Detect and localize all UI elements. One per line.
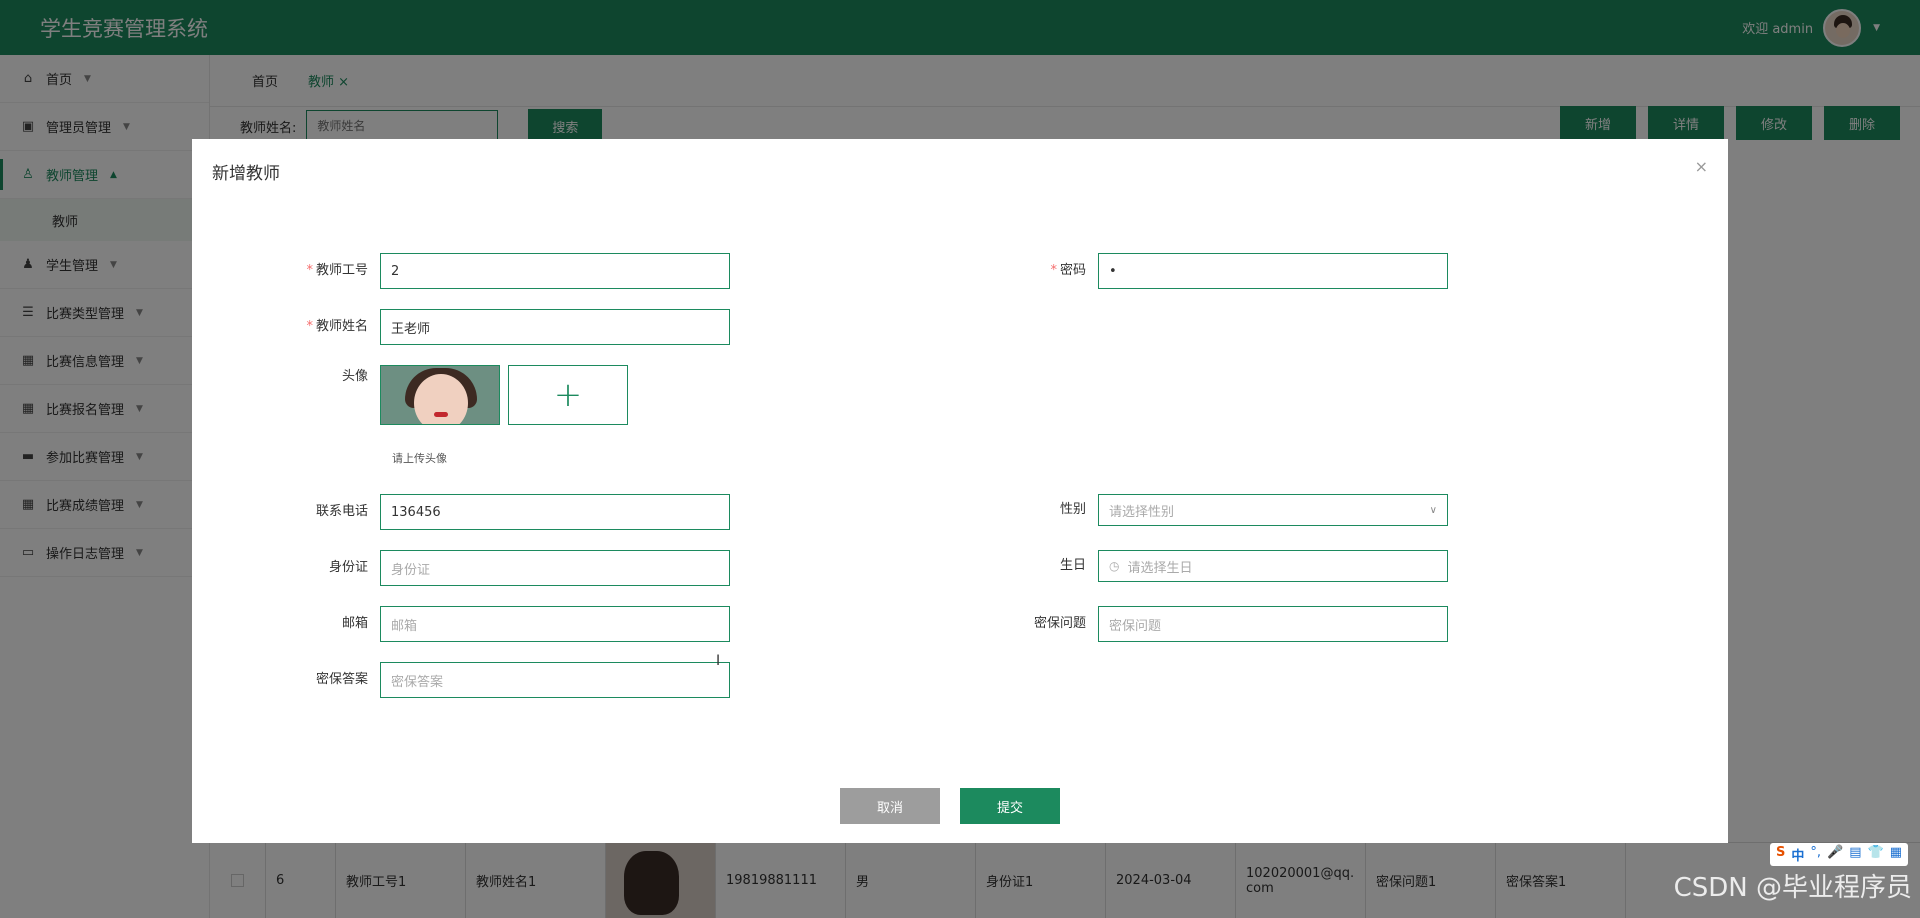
label-text: 教师工号 [315, 263, 368, 278]
sogou-icon[interactable]: S [1776, 845, 1785, 864]
field-label: 头像 [341, 369, 368, 384]
phone-input[interactable]: 136456 [380, 494, 730, 530]
answer-input[interactable]: 密保答案 [380, 662, 730, 698]
avatar-face [414, 374, 468, 424]
field-label: 身份证 [328, 560, 368, 575]
field-label: 联系电话 [315, 504, 368, 519]
question-input[interactable]: 密保问题 [1098, 606, 1448, 642]
submit-button[interactable]: 提交 [960, 788, 1060, 824]
dialog-title: 新增教师 [212, 164, 280, 184]
field-teacher-no: * 教师工号 2 [252, 253, 730, 289]
email-input[interactable]: 邮箱 [380, 606, 730, 642]
required-mark: * [1050, 263, 1057, 278]
dialog-footer: 取消 提交 [840, 788, 1060, 824]
field-label: 密保答案 [315, 672, 368, 687]
grid-icon[interactable]: ▦ [1890, 845, 1902, 864]
ime-toolbar[interactable]: S 中 °, 🎤 ▤ 👕 ▦ [1770, 843, 1908, 866]
punctuation-icon[interactable]: °, [1810, 845, 1821, 864]
clock-icon: ◷ [1109, 559, 1120, 573]
label-text: 密码 [1059, 263, 1086, 278]
avatar-lips [434, 412, 448, 417]
gender-select[interactable]: 请选择性别 ∨ [1098, 494, 1448, 526]
field-email: 邮箱 邮箱 [252, 606, 730, 642]
field-label: 性别 [1059, 502, 1086, 517]
field-label: 生日 [1059, 558, 1086, 573]
field-question: 密保问题 密保问题 [970, 606, 1448, 642]
teacher-no-input[interactable]: 2 [380, 253, 730, 289]
teacher-name-input[interactable]: 王老师 [380, 309, 730, 345]
field-label: 邮箱 [341, 616, 368, 631]
id-card-input[interactable]: 身份证 [380, 550, 730, 586]
avatar-preview-image[interactable] [380, 365, 500, 425]
close-icon[interactable]: × [1695, 157, 1708, 176]
field-label: 密保问题 [1033, 616, 1086, 631]
field-birthday: 生日 ◷ 请选择生日 [970, 550, 1448, 582]
skin-icon[interactable]: 👕 [1868, 845, 1884, 864]
birthday-placeholder: 请选择生日 [1127, 560, 1193, 576]
field-label: * 教师工号 [252, 253, 380, 289]
field-answer: 密保答案 密保答案 [252, 662, 730, 698]
field-label: * 密码 [970, 253, 1098, 289]
text-cursor-icon: I [716, 653, 721, 669]
field-label: * 教师姓名 [252, 309, 380, 345]
field-avatar: 头像 + [252, 365, 628, 425]
field-phone: 联系电话 136456 [252, 494, 730, 530]
microphone-icon[interactable]: 🎤 [1827, 845, 1843, 864]
field-password: * 密码 • [970, 253, 1448, 289]
field-teacher-name: * 教师姓名 王老师 [252, 309, 730, 345]
ime-mode[interactable]: 中 [1791, 845, 1804, 864]
required-mark: * [306, 319, 313, 334]
avatar-tip: 请上传头像 [392, 452, 447, 465]
chevron-down-icon: ∨ [1429, 504, 1437, 516]
gender-placeholder: 请选择性别 [1109, 504, 1175, 520]
keyboard-icon[interactable]: ▤ [1849, 845, 1861, 864]
add-teacher-dialog: 新增教师 × * 教师工号 2 * 密码 • * 教师姓名 王老师 头像 + 请上传头… [192, 139, 1728, 843]
required-mark: * [306, 263, 313, 278]
cancel-button[interactable]: 取消 [840, 788, 940, 824]
plus-icon[interactable]: + [508, 365, 628, 425]
label-text: 教师姓名 [315, 319, 368, 334]
field-gender: 性别 请选择性别 ∨ [970, 494, 1448, 526]
field-id-card: 身份证 身份证 [252, 550, 730, 586]
birthday-picker[interactable]: ◷ 请选择生日 [1098, 550, 1448, 582]
watermark: CSDN @毕业程序员 [1673, 873, 1912, 903]
password-input[interactable]: • [1098, 253, 1448, 289]
